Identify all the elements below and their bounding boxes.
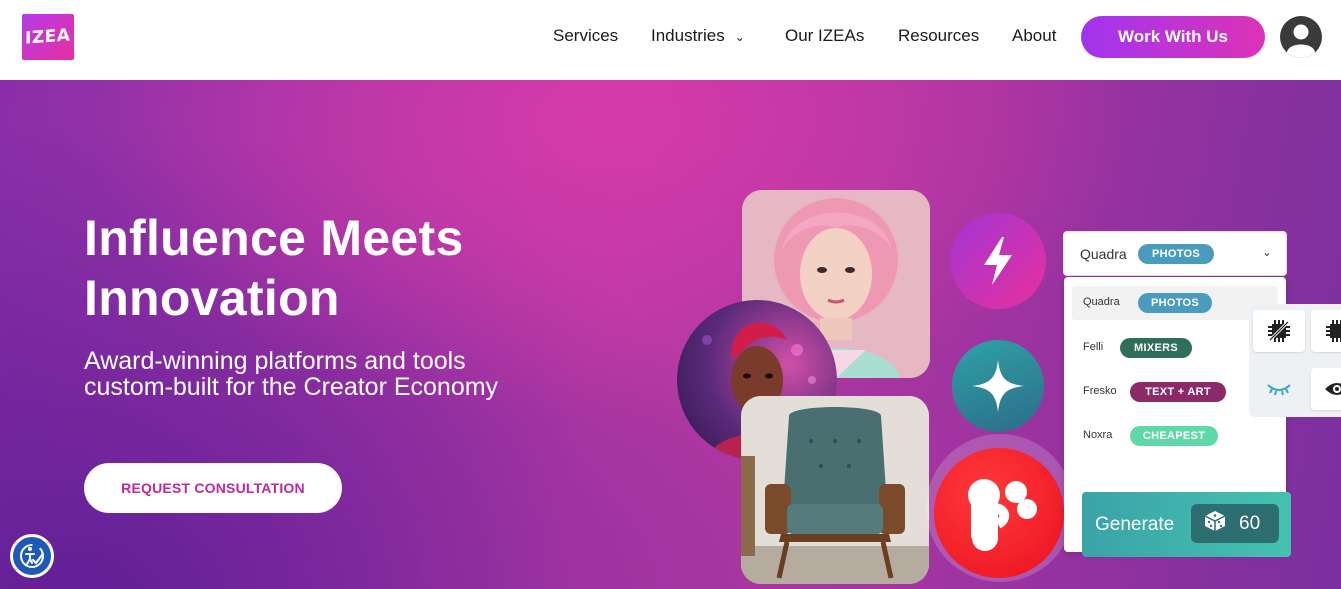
model-option-tag: CHEAPEST [1130,426,1218,446]
model-option-name: Quadra [1083,296,1120,308]
accessibility-icon[interactable] [10,534,54,578]
work-with-us-button[interactable]: Work With Us [1081,16,1265,58]
model-option[interactable]: Noxra CHEAPEST [1072,419,1278,453]
eye-icon[interactable] [1311,368,1341,410]
nav-services[interactable]: Services [553,26,618,46]
request-consultation-button[interactable]: REQUEST CONSULTATION [84,463,342,513]
armchair-image [741,396,929,584]
chip-slash-icon[interactable] [1253,310,1305,352]
model-option-tag: MIXERS [1120,338,1192,358]
tool-panel [1249,304,1341,417]
model-select[interactable]: Quadra PHOTOS ⌄ [1063,231,1287,276]
hero-subtitle: Award-winning platforms and tools custom… [84,347,499,401]
model-select-tag: PHOTOS [1138,244,1214,264]
credit-count: 60 [1239,512,1261,534]
chevron-down-icon: ⌄ [1262,245,1273,259]
model-option-tag: TEXT + ART [1130,382,1226,402]
eye-closed-icon[interactable] [1253,368,1305,410]
chip-icon[interactable] [1311,310,1341,352]
nav-industries[interactable]: Industries ⌄ [651,26,745,46]
nav-resources[interactable]: Resources [898,26,979,46]
model-option[interactable]: Fresko TEXT + ART [1072,375,1278,409]
site-header: IZEA Services Industries ⌄ Our IZEAs Reso… [0,0,1341,80]
user-account-icon[interactable] [1280,16,1322,58]
brand-blob-logo-icon [934,448,1064,578]
nav-industries-label: Industries [651,26,725,45]
model-option-name: Felli [1083,341,1104,353]
chevron-down-icon: ⌄ [734,29,745,44]
hero-section: Influence Meets Innovation Award-winning… [0,80,1341,589]
model-option-name: Fresko [1083,385,1117,397]
nav-about[interactable]: About [1012,26,1056,46]
hero-title: Influence Meets Innovation [84,210,464,326]
generate-button[interactable]: Generate 60 [1082,492,1291,557]
model-option[interactable]: Quadra PHOTOS [1072,286,1278,320]
nav-our-izeas[interactable]: Our IZEAs [785,26,864,46]
model-option-name: Noxra [1083,429,1113,441]
model-option-tag: PHOTOS [1138,293,1212,313]
model-option[interactable]: Felli MIXERS [1072,331,1278,365]
izea-logo[interactable]: IZEA [22,14,74,60]
dice-icon [1203,509,1227,538]
model-select-name: Quadra [1080,246,1127,262]
lightning-bolt-icon [950,213,1046,309]
credit-counter: 60 [1191,504,1279,543]
sparkle-icon [952,340,1044,432]
generate-label: Generate [1095,514,1175,535]
logo-text: IZEA [25,25,71,49]
